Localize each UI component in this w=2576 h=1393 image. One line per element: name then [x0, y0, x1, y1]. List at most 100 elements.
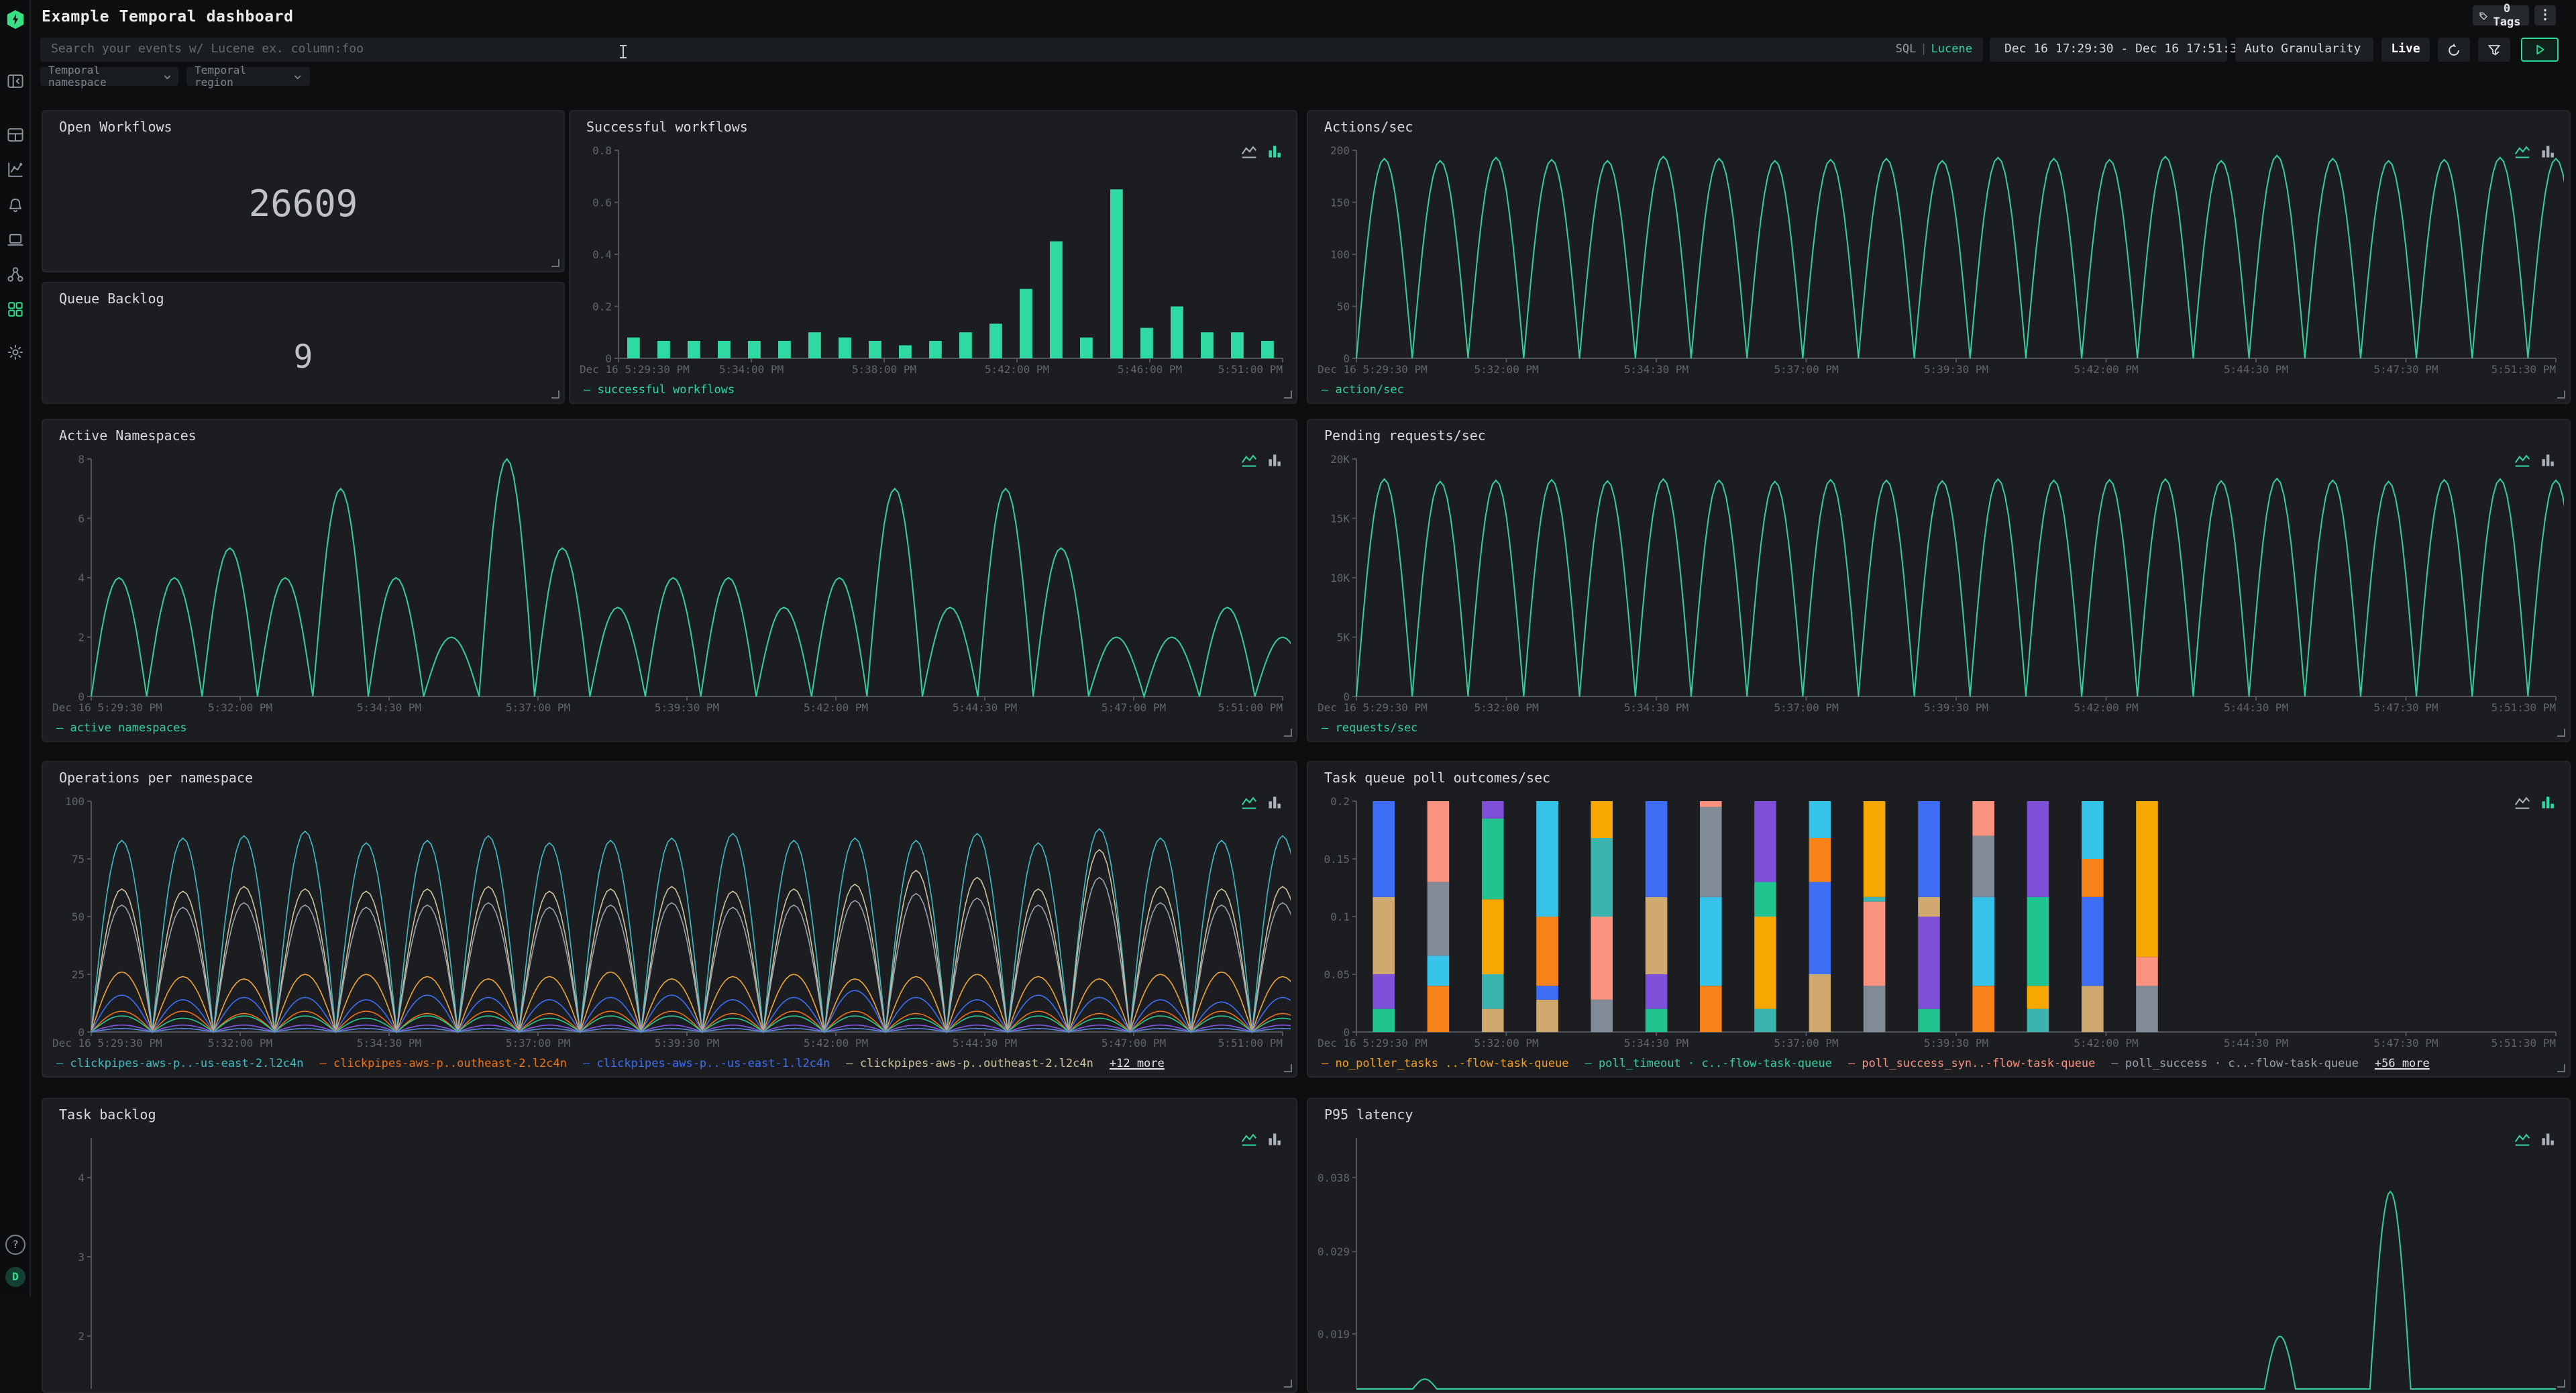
legend-item[interactable]: — poll_timeout · c..-flow-task-queue — [1585, 1057, 1831, 1071]
svg-text:100: 100 — [65, 795, 85, 808]
legend-item[interactable]: — clickpipes-aws-p..-us-east-2.l2c4n — [56, 1057, 303, 1071]
panel-active-namespaces[interactable]: Active Namespaces 86420Dec 16 5:29:30 PM… — [42, 419, 1297, 742]
more-options-button[interactable]: ⋮ — [2534, 5, 2556, 25]
chart-canvas-pending-requests[interactable]: 20K15K10K5K0Dec 16 5:29:30 PM5:32:00 PM5… — [1316, 450, 2564, 717]
legend-more-link[interactable]: +56 more — [2375, 1057, 2430, 1071]
alerts-bell-icon[interactable] — [4, 193, 27, 216]
svg-text:Dec 16 5:29:30 PM: Dec 16 5:29:30 PM — [1318, 363, 1428, 376]
svg-text:5:34:30 PM: 5:34:30 PM — [1624, 1037, 1688, 1049]
chart-canvas-task-backlog[interactable]: 432 — [51, 1129, 1291, 1392]
legend-item[interactable]: — successful workflows — [584, 384, 735, 397]
bar-view-toggle-icon[interactable] — [2540, 144, 2556, 160]
sidebar: ? D — [0, 0, 31, 1298]
mode-sql[interactable]: SQL — [1896, 43, 1917, 56]
svg-text:25: 25 — [72, 968, 85, 981]
time-range-picker[interactable]: Dec 16 17:29:30 - Dec 16 17:51:30 — [1990, 38, 2227, 62]
bar-view-toggle-icon[interactable] — [2540, 1131, 2556, 1147]
chart-legend: — requests/sec — [1322, 722, 1417, 735]
svg-text:0.2: 0.2 — [592, 301, 612, 313]
settings-gear-icon[interactable] — [4, 341, 27, 364]
tags-button[interactable]: 0 Tags — [2473, 5, 2529, 25]
granularity-label: Auto Granularity — [2245, 43, 2361, 56]
chart-canvas-successful-workflows[interactable]: 0.80.60.40.20Dec 16 5:29:30 PM5:34:00 PM… — [578, 141, 1291, 378]
panel-p95-latency[interactable]: P95 latency 0.0380.0290.019 — [1307, 1098, 2571, 1393]
page-title: Example Temporal dashboard — [42, 7, 294, 25]
svg-text:5:42:00 PM: 5:42:00 PM — [2074, 1037, 2138, 1049]
svg-text:5:38:00 PM: 5:38:00 PM — [852, 363, 916, 376]
panel-task-backlog[interactable]: Task backlog 432 — [42, 1098, 1297, 1393]
collapse-sidebar-icon[interactable] — [4, 70, 27, 93]
legend-item[interactable]: — action/sec — [1322, 384, 1404, 397]
panel-task-queue-poll-outcomes[interactable]: Task queue poll outcomes/sec 0.20.150.10… — [1307, 761, 2571, 1078]
line-view-toggle-icon[interactable] — [1241, 794, 1257, 811]
svg-text:5:47:30 PM: 5:47:30 PM — [2373, 363, 2438, 376]
panel-operations-per-namespace[interactable]: Operations per namespace 1007550250Dec 1… — [42, 761, 1297, 1078]
svg-text:0.15: 0.15 — [1324, 853, 1350, 866]
chart-canvas-active-namespaces[interactable]: 86420Dec 16 5:29:30 PM5:32:00 PM5:34:30 … — [51, 450, 1291, 717]
svg-text:0.038: 0.038 — [1318, 1172, 1350, 1184]
refresh-button[interactable] — [2438, 38, 2470, 62]
mode-lucene[interactable]: Lucene — [1931, 43, 1972, 56]
chart-canvas-task-queue-poll[interactable]: 0.20.150.10.050Dec 16 5:29:30 PM5:32:00 … — [1316, 792, 2564, 1052]
legend-more-link[interactable]: +12 more — [1110, 1057, 1165, 1071]
bar-view-toggle-icon[interactable] — [1267, 794, 1283, 811]
search-bar: SQL | Lucene — [40, 38, 1983, 62]
chart-canvas-operations-per-namespace[interactable]: 1007550250Dec 16 5:29:30 PM5:32:00 PM5:3… — [51, 792, 1291, 1052]
refresh-icon — [2447, 42, 2461, 57]
line-view-toggle-icon[interactable] — [2514, 794, 2530, 811]
stat-value: 9 — [43, 323, 564, 389]
legend-item[interactable]: — requests/sec — [1322, 722, 1417, 735]
services-icon[interactable] — [4, 123, 27, 146]
live-button[interactable]: Live — [2381, 38, 2430, 62]
panel-successful-workflows[interactable]: Successful workflows 0.80.60.40.20Dec 16… — [569, 110, 1297, 404]
svg-text:5:44:30 PM: 5:44:30 PM — [2224, 1037, 2288, 1049]
panel-title: Open Workflows — [59, 121, 172, 136]
signoz-logo-icon[interactable] — [4, 8, 27, 31]
bar-view-toggle-icon[interactable] — [1267, 452, 1283, 468]
svg-text:Dec 16 5:29:30 PM: Dec 16 5:29:30 PM — [52, 1037, 162, 1049]
line-view-toggle-icon[interactable] — [1241, 452, 1257, 468]
dashboards-icon[interactable] — [4, 298, 27, 321]
temporal-region-select[interactable]: Temporal region — [186, 67, 310, 86]
bar-view-toggle-icon[interactable] — [1267, 1131, 1283, 1147]
app-root: ? D Example Temporal dashboard 0 Tags ⋮ … — [0, 0, 2576, 1298]
hosts-icon[interactable] — [4, 228, 27, 251]
legend-item[interactable]: — clickpipes-aws-p..-us-east-1.l2c4n — [583, 1057, 830, 1071]
filter-button[interactable] — [2478, 38, 2510, 62]
panel-queue-backlog[interactable]: Queue Backlog 9 — [42, 282, 565, 404]
run-query-button[interactable] — [2521, 38, 2559, 62]
panel-title: Task backlog — [59, 1108, 156, 1123]
line-view-toggle-icon[interactable] — [1241, 144, 1257, 160]
bar-view-toggle-icon[interactable] — [2540, 794, 2556, 811]
user-avatar[interactable]: D — [5, 1267, 25, 1287]
search-input[interactable] — [40, 38, 1983, 62]
legend-item[interactable]: — clickpipes-aws-p..outheast-2.l2c4n — [846, 1057, 1093, 1071]
legend-item[interactable]: — active namespaces — [56, 722, 186, 735]
panel-actions-sec[interactable]: Actions/sec 200150100500Dec 16 5:29:30 P… — [1307, 110, 2571, 404]
svg-text:Dec 16 5:29:30 PM: Dec 16 5:29:30 PM — [1318, 1037, 1428, 1049]
granularity-select[interactable]: Auto Granularity — [2235, 38, 2373, 62]
legend-item[interactable]: — poll_success · c..-flow-task-queue — [2111, 1057, 2358, 1071]
line-view-toggle-icon[interactable] — [2514, 452, 2530, 468]
legend-item[interactable]: — clickpipes-aws-p..outheast-2.l2c4n — [319, 1057, 566, 1071]
bar-view-toggle-icon[interactable] — [1267, 144, 1283, 160]
panel-pending-requests[interactable]: Pending requests/sec 20K15K10K5K0Dec 16 … — [1307, 419, 2571, 742]
chart-canvas-p95-latency[interactable]: 0.0380.0290.019 — [1316, 1129, 2564, 1392]
legend-item[interactable]: — poll_success_syn..-flow-task-queue — [1848, 1057, 2095, 1071]
line-view-toggle-icon[interactable] — [1241, 1131, 1257, 1147]
legend-item[interactable]: — no_poller_tasks ..-flow-task-queue — [1322, 1057, 1568, 1071]
traces-icon[interactable] — [4, 158, 27, 181]
svg-text:5:32:00 PM: 5:32:00 PM — [1474, 701, 1538, 714]
temporal-namespace-select[interactable]: Temporal namespace — [40, 67, 178, 86]
help-button[interactable]: ? — [5, 1235, 25, 1255]
chart-canvas-actions-sec[interactable]: 200150100500Dec 16 5:29:30 PM5:32:00 PM5… — [1316, 141, 2564, 378]
line-view-toggle-icon[interactable] — [2514, 144, 2530, 160]
line-view-toggle-icon[interactable] — [2514, 1131, 2530, 1147]
service-map-icon[interactable] — [4, 263, 27, 286]
svg-text:50: 50 — [72, 911, 85, 923]
chart-legend: — clickpipes-aws-p..-us-east-2.l2c4n — cl… — [56, 1057, 1165, 1071]
svg-text:200: 200 — [1330, 144, 1350, 157]
bar-view-toggle-icon[interactable] — [2540, 452, 2556, 468]
search-mode-switch[interactable]: SQL | Lucene — [1896, 38, 1972, 62]
panel-open-workflows[interactable]: Open Workflows 26609 — [42, 110, 565, 272]
